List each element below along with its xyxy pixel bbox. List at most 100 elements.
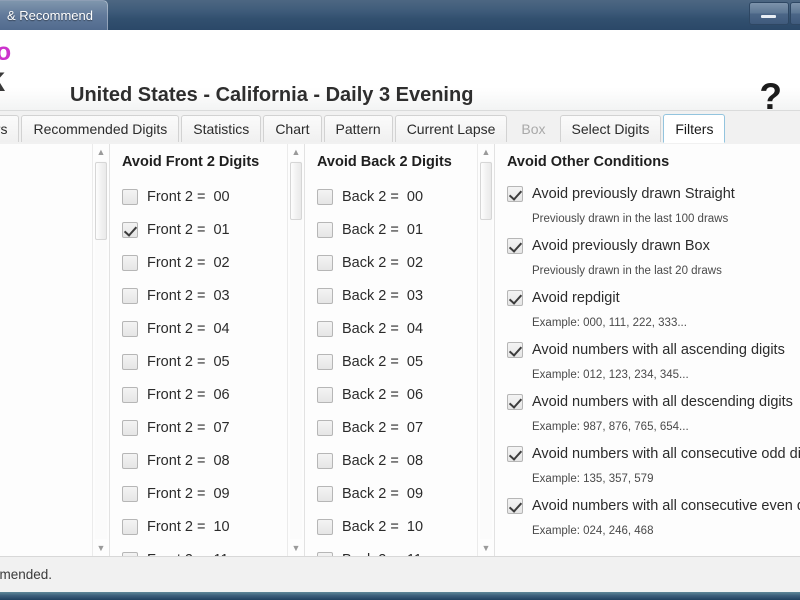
panel1-option-row[interactable]: 1 High [0, 418, 93, 451]
panel2-option-row[interactable]: Front 2 = 08 [110, 444, 288, 477]
app-header: ayo ck United States - California - Dail… [0, 30, 800, 111]
tab-label: Select Digits [571, 121, 650, 137]
panel3-option-label: Back 2 = 02 [342, 254, 424, 271]
panel2-option-row[interactable]: Front 2 = 10 [110, 510, 288, 543]
checkbox-icon[interactable] [317, 188, 333, 205]
panel2-option-row[interactable]: Front 2 = 04 [110, 312, 288, 345]
condition-row[interactable]: Avoid numbers with all ascending digits [495, 336, 800, 363]
panel1-option-row[interactable]: Sum = 1 [0, 517, 93, 550]
checkbox-icon[interactable] [507, 445, 523, 462]
panel2-option-row[interactable]: Front 2 = 03 [110, 279, 288, 312]
tab-pattern[interactable]: Pattern [323, 115, 393, 142]
panel2-scroll-thumb[interactable] [290, 162, 302, 220]
checkbox-icon[interactable] [507, 237, 523, 254]
condition-row[interactable]: Avoid numbers with all descending digits [495, 388, 800, 415]
condition-row[interactable]: Avoid numbers with all consecutive even … [495, 492, 800, 519]
condition-row[interactable]: Avoid previously drawn Straight [495, 180, 800, 207]
panel3-option-row[interactable]: Back 2 = 03 [305, 279, 478, 312]
checkbox-icon[interactable] [317, 485, 333, 502]
panel3-option-row[interactable]: Back 2 = 08 [305, 444, 478, 477]
checkbox-icon[interactable] [122, 452, 138, 469]
help-icon[interactable]: ? [759, 78, 782, 110]
panel3-option-row[interactable]: Back 2 = 05 [305, 345, 478, 378]
panel2-option-row[interactable]: Front 2 = 02 [110, 246, 288, 279]
scroll-down-icon[interactable]: ▼ [288, 540, 304, 556]
tab-current-lapse[interactable]: Current Lapse [394, 115, 508, 142]
tab-recommended-digits[interactable]: Recommended Digits [21, 115, 180, 142]
panel3-option-row[interactable]: Back 2 = 04 [305, 312, 478, 345]
tab-ers[interactable]: ers [0, 115, 20, 142]
condition-row[interactable]: Avoid numbers with all consecutive odd d… [495, 440, 800, 467]
panel2-option-row[interactable]: Front 2 = 00 [110, 180, 288, 213]
maximize-button[interactable] [790, 2, 800, 25]
checkbox-icon[interactable] [507, 393, 523, 410]
panel1-option-row[interactable]: 2 High [0, 385, 93, 418]
checkbox-icon[interactable] [507, 185, 523, 202]
panel1-option-row[interactable]: d 1 Even [0, 253, 93, 286]
panel3-option-row[interactable]: Back 2 = 01 [305, 213, 478, 246]
checkbox-icon[interactable] [122, 518, 138, 535]
panel1-option-row[interactable]: d 0 Even [0, 286, 93, 319]
checkbox-icon[interactable] [122, 353, 138, 370]
checkbox-icon[interactable] [122, 485, 138, 502]
checkbox-icon[interactable] [317, 419, 333, 436]
checkbox-icon[interactable] [507, 341, 523, 358]
panel3-option-row[interactable]: Back 2 = 02 [305, 246, 478, 279]
panel3-option-row[interactable]: Back 2 = 09 [305, 477, 478, 510]
panel3-scroll-thumb[interactable] [480, 162, 492, 220]
tab-select-digits[interactable]: Select Digits [559, 115, 662, 142]
panel2-option-row[interactable]: Front 2 = 07 [110, 411, 288, 444]
scroll-down-icon[interactable]: ▼ [93, 540, 109, 556]
checkbox-icon[interactable] [317, 386, 333, 403]
checkbox-icon[interactable] [317, 254, 333, 271]
scroll-up-icon[interactable]: ▲ [288, 144, 304, 160]
checkbox-icon[interactable] [122, 419, 138, 436]
panel3-scrollbar[interactable]: ▲ ▼ [477, 144, 494, 556]
checkbox-icon[interactable] [507, 289, 523, 306]
panel2-option-row[interactable]: Front 2 = 06 [110, 378, 288, 411]
tab-chart[interactable]: Chart [263, 115, 322, 142]
condition-row[interactable]: Avoid previously drawn Box [495, 232, 800, 259]
checkbox-icon[interactable] [122, 287, 138, 304]
panel1-scroll-thumb[interactable] [95, 162, 107, 240]
panel1-list: d & Evend 3 Evend 2 Evend 1 Evend 0 Even… [0, 144, 93, 556]
panel3-option-row[interactable]: Back 2 = 07 [305, 411, 478, 444]
tab-statistics[interactable]: Statistics [181, 115, 262, 142]
checkbox-icon[interactable] [317, 353, 333, 370]
checkbox-icon[interactable] [122, 221, 138, 238]
scroll-up-icon[interactable]: ▲ [478, 144, 494, 160]
checkbox-icon[interactable] [317, 320, 333, 337]
panel3-option-row[interactable]: Back 2 = 10 [305, 510, 478, 543]
window-tab[interactable]: & Recommend [0, 0, 108, 30]
condition-row[interactable]: Avoid repdigit [495, 284, 800, 311]
panel1-option-row[interactable]: d 2 Even [0, 220, 93, 253]
panel-odd-even-low-high-root-sum: d & Evend 3 Evend 2 Evend 1 Evend 0 Even… [0, 144, 110, 556]
panel2-option-row[interactable]: Front 2 = 05 [110, 345, 288, 378]
checkbox-icon[interactable] [122, 320, 138, 337]
checkbox-icon[interactable] [122, 254, 138, 271]
panel2-scrollbar[interactable]: ▲ ▼ [287, 144, 304, 556]
tab-filters[interactable]: Filters [663, 114, 726, 143]
panel3-option-row[interactable]: Back 2 = 06 [305, 378, 478, 411]
window-bottom-strip [0, 592, 800, 600]
panel1-option-row[interactable]: 0 High [0, 451, 93, 484]
checkbox-icon[interactable] [122, 188, 138, 205]
scroll-down-icon[interactable]: ▼ [478, 540, 494, 556]
scroll-up-icon[interactable]: ▲ [93, 144, 109, 160]
panel1-option-row[interactable]: 3 High [0, 352, 93, 385]
panel1-scrollbar[interactable]: ▲ ▼ [92, 144, 109, 556]
checkbox-icon[interactable] [507, 497, 523, 514]
checkbox-icon[interactable] [317, 452, 333, 469]
panel1-option-row[interactable]: d 3 Even [0, 187, 93, 220]
checkbox-icon[interactable] [122, 386, 138, 403]
panel3-option-row[interactable]: Back 2 = 11 [305, 543, 478, 556]
checkbox-icon[interactable] [317, 221, 333, 238]
minimize-button[interactable] [749, 2, 789, 25]
page-title: United States - California - Daily 3 Eve… [70, 84, 474, 106]
panel2-option-row[interactable]: Front 2 = 01 [110, 213, 288, 246]
panel2-option-row[interactable]: Front 2 = 11 [110, 543, 288, 556]
panel2-option-row[interactable]: Front 2 = 09 [110, 477, 288, 510]
panel3-option-row[interactable]: Back 2 = 00 [305, 180, 478, 213]
checkbox-icon[interactable] [317, 518, 333, 535]
checkbox-icon[interactable] [317, 287, 333, 304]
